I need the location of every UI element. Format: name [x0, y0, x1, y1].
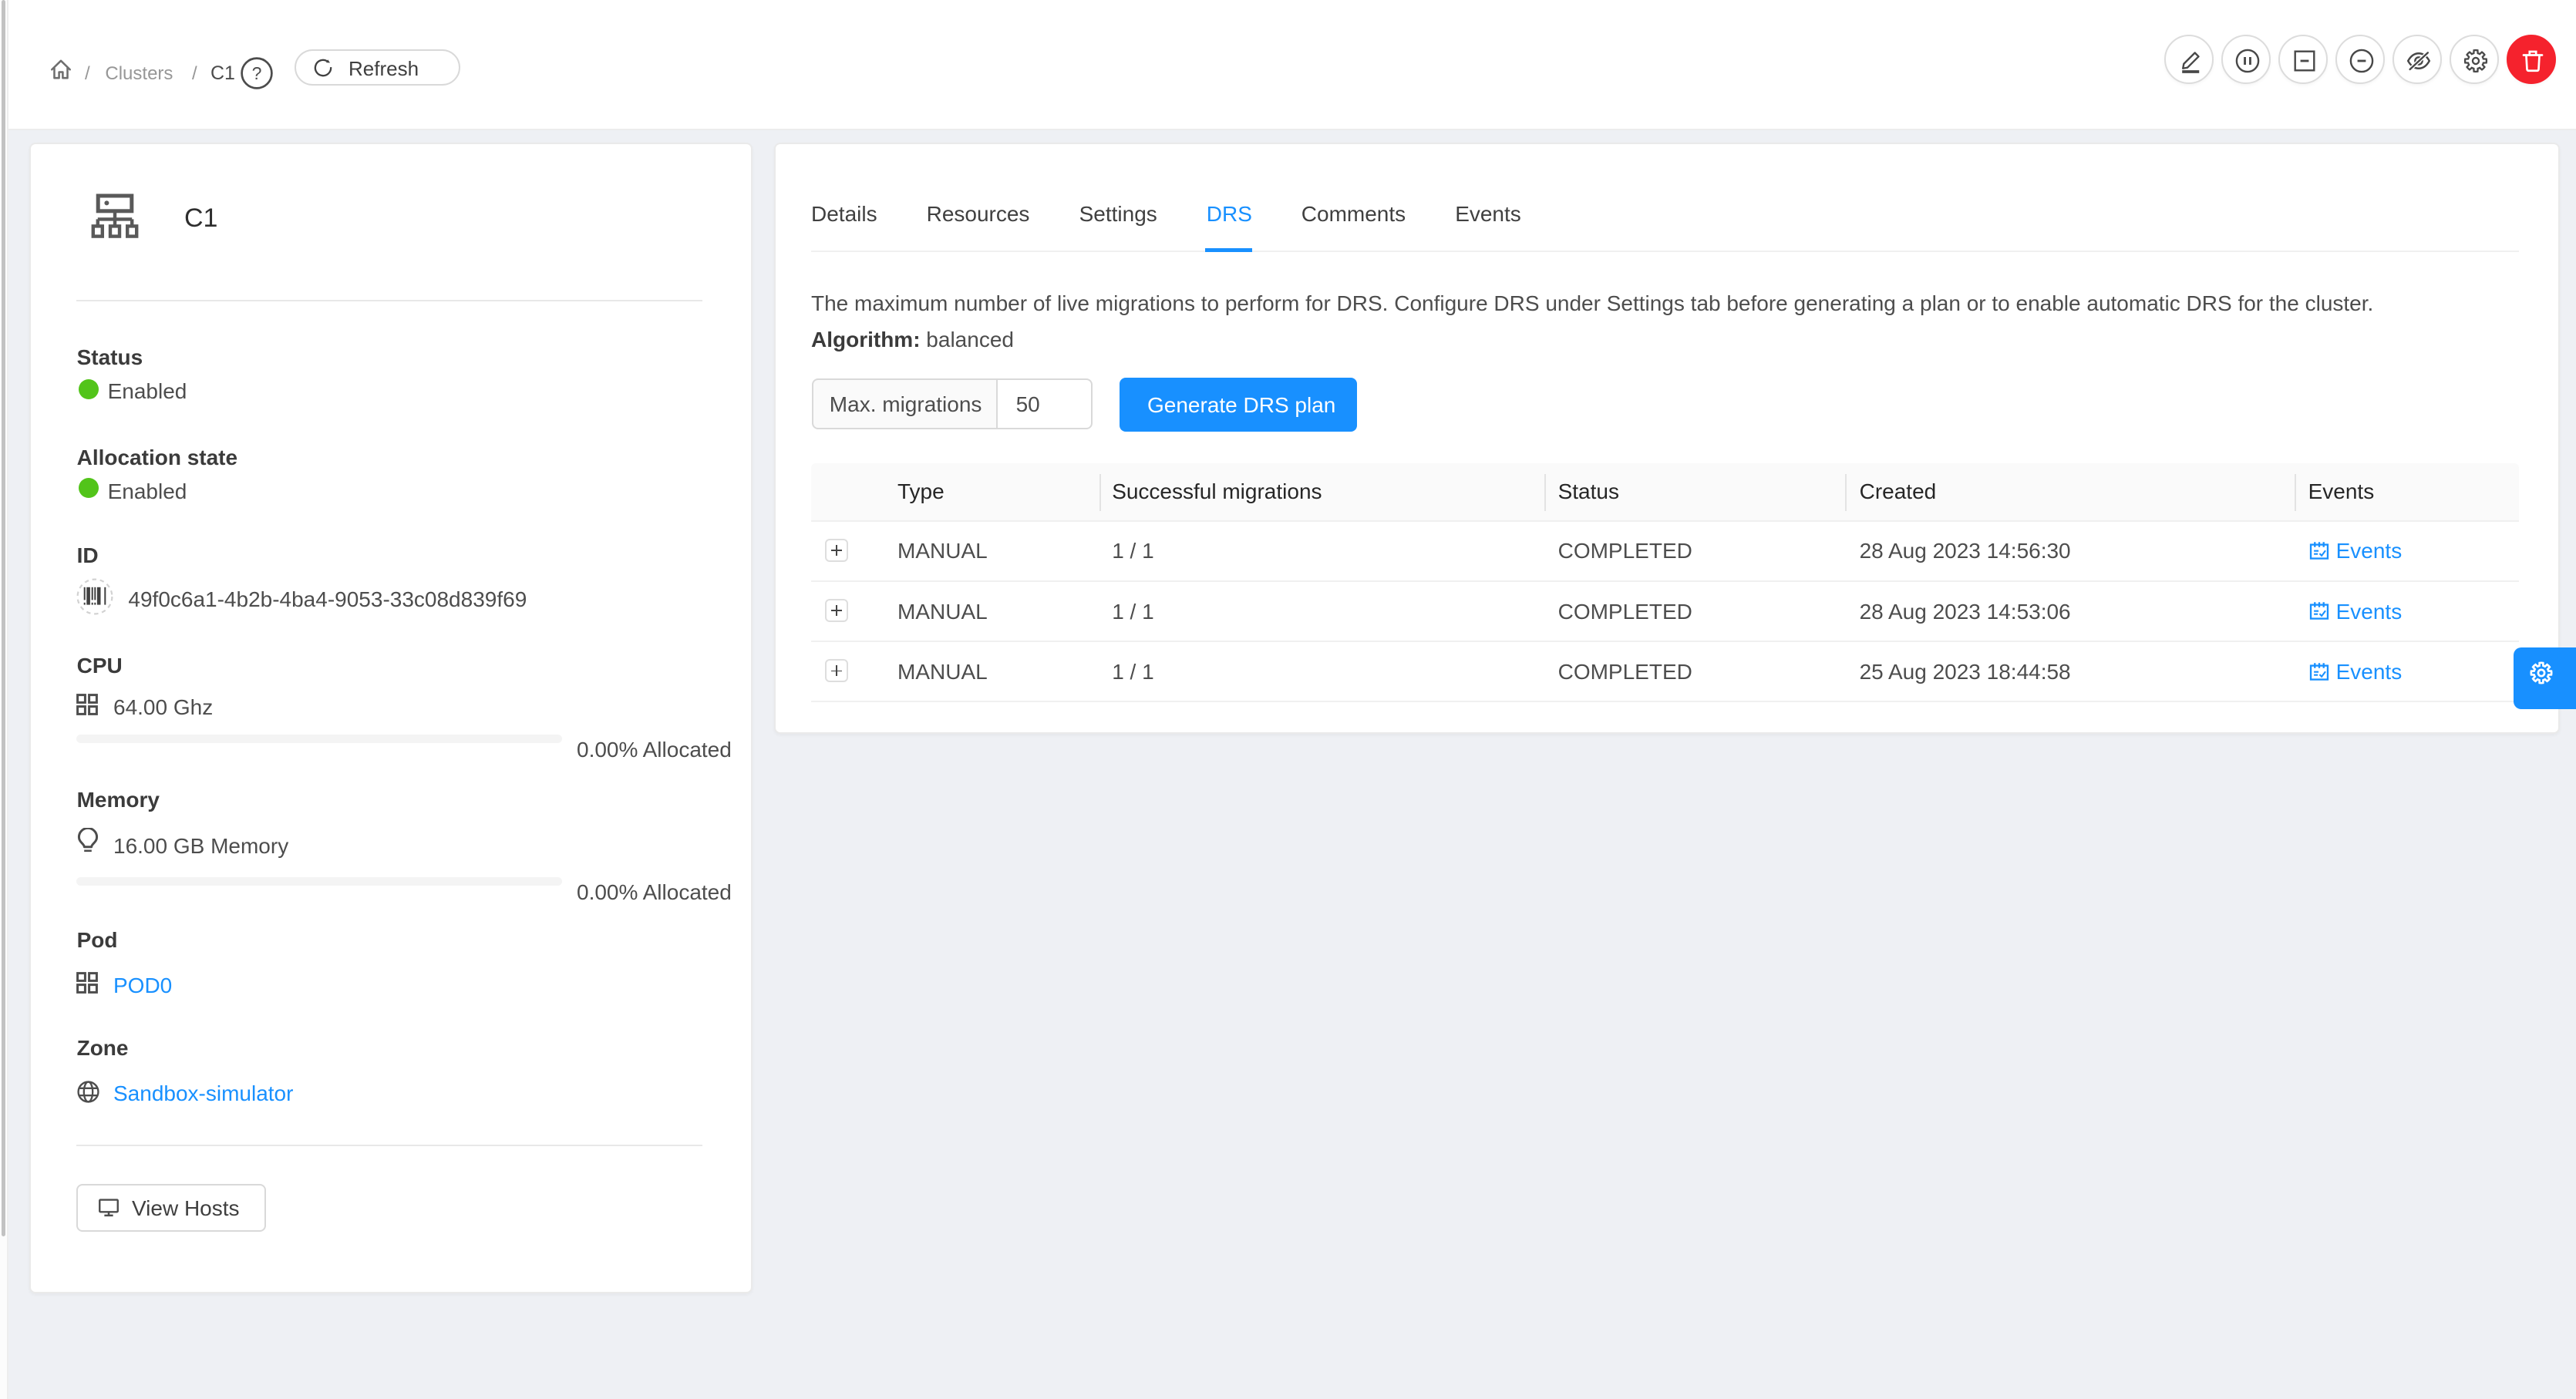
- svg-text:?: ?: [252, 63, 262, 83]
